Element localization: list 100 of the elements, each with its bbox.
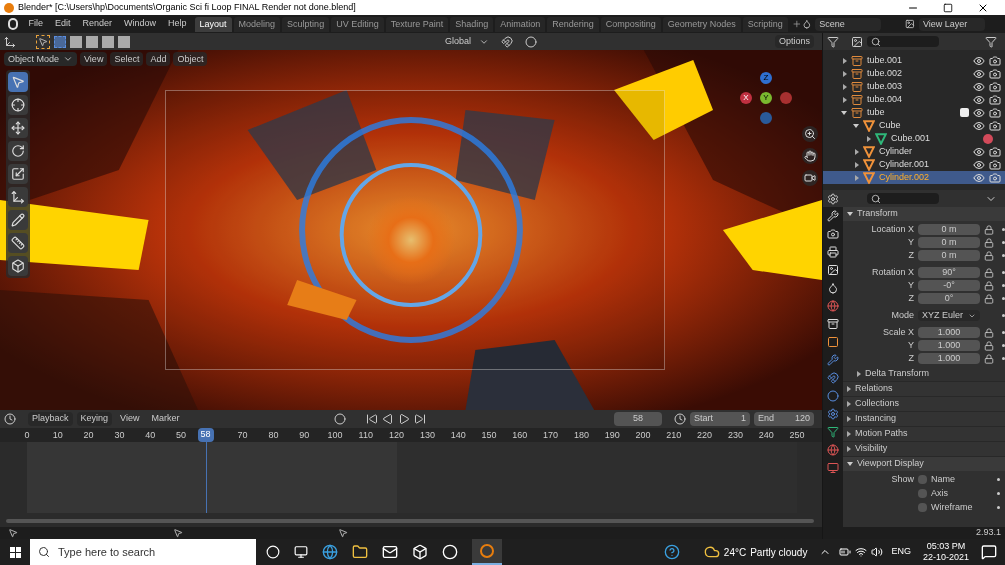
clock-date[interactable]: 22-10-2021 <box>922 552 969 563</box>
app-icon[interactable] <box>442 544 458 560</box>
section-header[interactable]: Instancing <box>843 411 1005 426</box>
eye-icon[interactable] <box>973 119 985 132</box>
outliner-row[interactable]: Cube.001 <box>823 132 1005 145</box>
eye-icon[interactable] <box>973 80 985 93</box>
render-icon[interactable] <box>827 228 839 240</box>
checkbox[interactable] <box>918 503 927 512</box>
outliner-row[interactable]: tube.002 <box>823 67 1005 80</box>
start-frame-field[interactable]: Start 1 <box>690 412 750 426</box>
lock-icon[interactable] <box>984 353 994 364</box>
outliner-row[interactable]: tube.001 <box>823 54 1005 67</box>
camera-icon[interactable] <box>989 80 1001 93</box>
temperature[interactable]: 24°C <box>723 544 747 560</box>
checkbox[interactable] <box>918 475 927 484</box>
editor-type-icon[interactable] <box>4 35 16 48</box>
view-layer-icon[interactable] <box>905 18 915 30</box>
browser-icon[interactable] <box>322 544 338 560</box>
lock-icon[interactable] <box>984 327 994 338</box>
scale-icon[interactable] <box>11 167 25 181</box>
eye-icon[interactable] <box>973 145 985 158</box>
lock-icon[interactable] <box>984 250 994 261</box>
hand-icon[interactable] <box>804 150 816 162</box>
view-layer-field[interactable]: View Layer <box>918 17 985 31</box>
workspace-tab[interactable]: Layout <box>194 16 232 32</box>
maximize-icon[interactable] <box>943 2 953 13</box>
selection-mode-icon[interactable] <box>102 35 114 48</box>
checkbox[interactable] <box>918 489 927 498</box>
section-header[interactable]: Visibility <box>843 441 1005 456</box>
subpanel-header[interactable]: Delta Transform <box>865 367 930 381</box>
expand-arrow-icon[interactable] <box>843 57 847 64</box>
cortana-icon[interactable] <box>266 545 280 559</box>
tool-select-icon[interactable] <box>36 34 50 49</box>
editor-type-icon[interactable] <box>4 413 16 425</box>
outliner-row[interactable]: tube <box>823 106 1005 119</box>
cube-icon[interactable] <box>11 259 25 273</box>
options-dropdown[interactable]: Options <box>774 34 814 49</box>
expand-arrow-icon[interactable] <box>857 371 861 377</box>
expand-arrow-icon[interactable] <box>843 83 847 90</box>
camera-icon[interactable] <box>989 106 1001 119</box>
menu-item[interactable]: File <box>22 17 49 31</box>
play-icon[interactable] <box>398 413 410 425</box>
snap-icon[interactable] <box>500 35 513 48</box>
number-field[interactable]: 0° <box>918 293 980 304</box>
selection-mode-icon[interactable] <box>54 35 66 48</box>
expand-arrow-icon[interactable] <box>843 96 847 103</box>
workspace-tab[interactable]: Compositing <box>600 16 661 32</box>
scene-icon[interactable] <box>827 282 839 294</box>
proportional-icon[interactable] <box>524 35 537 48</box>
expand-arrow-icon[interactable] <box>841 110 847 115</box>
selection-mode-icon[interactable] <box>70 35 82 48</box>
jump-end-icon[interactable] <box>414 413 426 425</box>
outliner-row[interactable]: tube.004 <box>823 93 1005 106</box>
outliner-row[interactable]: Cylinder <box>823 145 1005 158</box>
camera-icon[interactable] <box>989 158 1001 171</box>
camera-icon[interactable] <box>989 119 1001 132</box>
menu-item[interactable]: Help <box>162 17 193 31</box>
ruler-icon[interactable] <box>11 236 25 250</box>
lock-icon[interactable] <box>984 340 994 351</box>
workspace-tab[interactable]: Texture Paint <box>385 16 449 32</box>
menu-item[interactable]: Window <box>118 17 163 31</box>
viewport[interactable]: Object Mode View Select Add Object Z X Y <box>0 50 822 410</box>
notifications-icon[interactable] <box>981 544 997 560</box>
orientation-dropdown[interactable]: Global <box>440 34 475 49</box>
menu-item[interactable]: Render <box>76 17 118 31</box>
object-icon[interactable] <box>827 336 839 348</box>
collection-icon[interactable] <box>827 318 839 330</box>
lock-icon[interactable] <box>984 293 994 304</box>
blender-logo-icon[interactable] <box>8 18 19 30</box>
menu-item[interactable]: Edit <box>48 17 77 31</box>
lock-icon[interactable] <box>984 224 994 235</box>
weather-text[interactable]: Partly cloudy <box>750 544 808 560</box>
mail-icon[interactable] <box>382 544 398 560</box>
current-frame-field[interactable]: 58 <box>614 412 662 426</box>
workspace-tab[interactable]: Sculpting <box>282 16 330 32</box>
number-field[interactable]: 90° <box>918 267 980 278</box>
particles-icon[interactable] <box>827 372 839 384</box>
lock-icon[interactable] <box>984 237 994 248</box>
viewport-menu[interactable]: Object <box>173 52 208 66</box>
move-icon[interactable] <box>11 121 25 135</box>
expand-arrow-icon[interactable] <box>847 212 853 216</box>
view-layer-icon[interactable] <box>827 264 839 276</box>
editor-type-icon[interactable] <box>827 192 839 205</box>
outliner-row[interactable]: Cylinder.001 <box>823 158 1005 171</box>
zoom-icon[interactable] <box>804 128 816 140</box>
rotate-icon[interactable] <box>11 144 25 158</box>
workspace-tab[interactable]: Geometry Nodes <box>662 16 741 32</box>
eye-icon[interactable] <box>973 171 985 184</box>
language-indicator[interactable]: ENG <box>891 545 911 559</box>
timeline-menu[interactable]: Playback <box>28 412 73 426</box>
number-field[interactable]: 1.000 <box>918 327 980 338</box>
viewport-menu[interactable]: Select <box>110 52 144 66</box>
checkbox[interactable] <box>960 108 969 117</box>
workspace-tab[interactable]: Modeling <box>233 16 281 32</box>
pencil-icon[interactable] <box>11 213 25 227</box>
crosshair-icon[interactable] <box>11 98 25 112</box>
end-frame-field[interactable]: End 120 <box>754 412 814 426</box>
timeline-menu[interactable]: Keying <box>76 412 113 426</box>
expand-arrow-icon[interactable] <box>867 135 871 142</box>
timeline-menu[interactable]: Marker <box>147 412 184 426</box>
